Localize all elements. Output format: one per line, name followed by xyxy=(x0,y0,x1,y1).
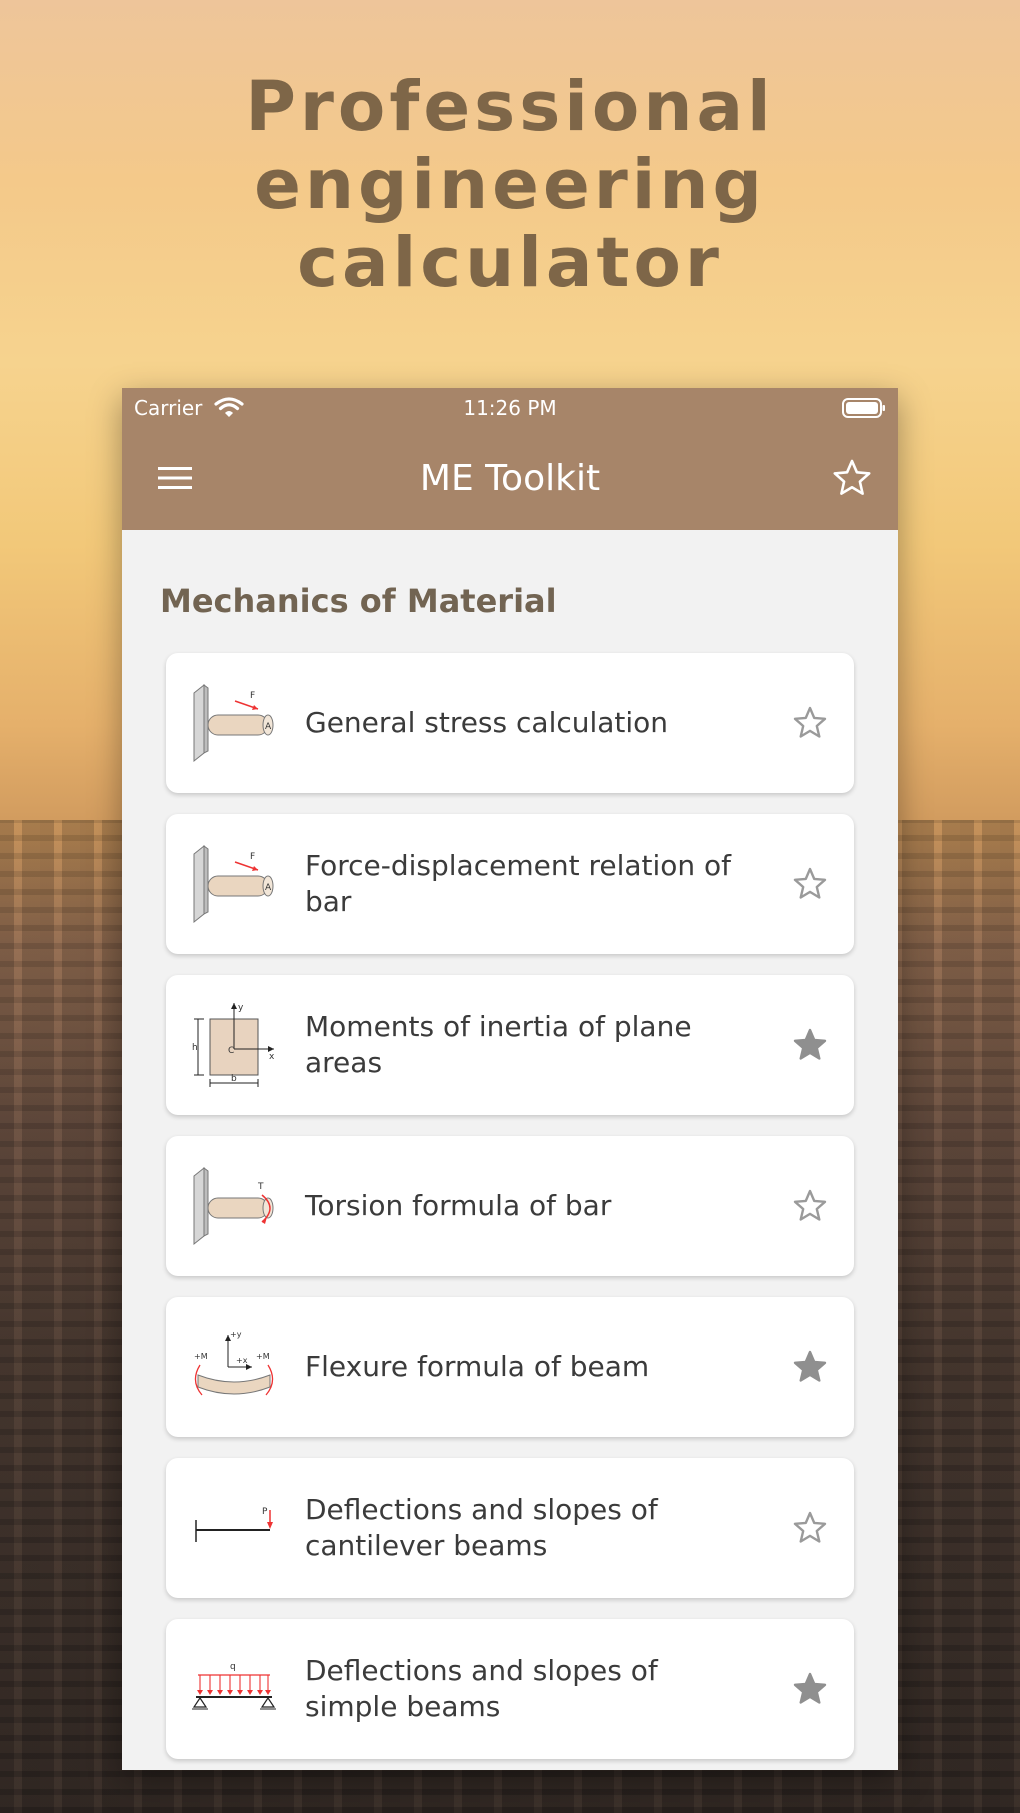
list-item-simple-beam-deflections[interactable]: q Deflections and slopes of simple beams xyxy=(166,1619,854,1759)
list-item-cantilever-deflections[interactable]: P Deflections and slopes of cantilever b… xyxy=(166,1458,854,1598)
rectangle-cross-section-icon: y x C h b xyxy=(192,1003,275,1087)
plus-y-label: +y xyxy=(230,1330,242,1339)
item-label: Force-displacement relation of bar xyxy=(305,849,732,918)
base-label: b xyxy=(231,1074,237,1084)
y-axis-label: y xyxy=(238,1003,244,1013)
section-title: Mechanics of Material xyxy=(160,582,557,620)
headline-line-2: engineering xyxy=(254,145,766,225)
battery-icon xyxy=(842,398,885,418)
star-filled-icon[interactable] xyxy=(792,1671,828,1707)
calculator-list: F A General stress calculation F A Force… xyxy=(166,653,854,1770)
cantilever-beam-load-icon: P xyxy=(195,1507,273,1542)
point-load-label: P xyxy=(262,1507,268,1517)
star-outline-icon[interactable] xyxy=(792,705,828,741)
list-item-force-displacement[interactable]: F A Force-displacement relation of bar xyxy=(166,814,854,954)
item-label: Deflections and slopes of simple beams xyxy=(305,1654,658,1723)
item-label: Flexure formula of beam xyxy=(305,1350,650,1383)
favorites-star-icon[interactable] xyxy=(832,458,872,498)
nav-bar: ME Toolkit xyxy=(122,428,898,530)
centroid-label: C xyxy=(228,1046,234,1056)
list-item-moments-of-inertia[interactable]: y x C h b Moments of inertia of plane ar… xyxy=(166,975,854,1115)
star-outline-icon[interactable] xyxy=(792,1188,828,1224)
item-label: Moments of inertia of plane areas xyxy=(305,1010,692,1079)
status-time: 11:26 PM xyxy=(463,396,557,420)
area-label: A xyxy=(265,883,272,893)
cantilever-bar-force-icon: F A xyxy=(193,844,274,924)
height-label: h xyxy=(192,1043,198,1053)
dist-load-label: q xyxy=(230,1662,236,1672)
item-label: General stress calculation xyxy=(305,706,669,739)
area-label: A xyxy=(265,722,272,732)
phone-screen: Carrier 11:26 PM ME Toolkit Mechanics of… xyxy=(122,388,898,1770)
list-item-flexure-formula[interactable]: +y +x +M +M Flexure formula of beam xyxy=(166,1297,854,1437)
star-filled-icon[interactable] xyxy=(792,1349,828,1385)
list-item-torsion-formula[interactable]: T Torsion formula of bar xyxy=(166,1136,854,1276)
star-outline-icon[interactable] xyxy=(792,866,828,902)
status-bar: Carrier 11:26 PM xyxy=(122,388,898,428)
item-label: Torsion formula of bar xyxy=(305,1189,612,1222)
x-axis-label: x xyxy=(269,1052,275,1062)
plus-m-right-label: +M xyxy=(256,1352,270,1361)
headline-line-1: Professional xyxy=(245,67,775,147)
headline-line-3: calculator xyxy=(297,223,723,303)
list-item-general-stress[interactable]: F A General stress calculation xyxy=(166,653,854,793)
torque-label: T xyxy=(257,1182,264,1192)
plus-x-label: +x xyxy=(236,1356,248,1365)
star-outline-icon[interactable] xyxy=(792,1510,828,1546)
force-label: F xyxy=(250,852,255,862)
force-label: F xyxy=(250,691,255,701)
app-title: ME Toolkit xyxy=(419,458,601,499)
star-filled-icon[interactable] xyxy=(792,1027,828,1063)
beam-bending-icon: +y +x +M +M xyxy=(194,1330,274,1396)
item-label: Deflections and slopes of cantilever bea… xyxy=(305,1493,658,1562)
simple-beam-distributed-load-icon: q xyxy=(192,1662,276,1710)
promo-headline: Professional engineering calculator xyxy=(0,68,1020,302)
cantilever-bar-force-icon: F A xyxy=(193,683,274,763)
plus-m-left-label: +M xyxy=(194,1352,208,1361)
cantilever-bar-torque-icon: T xyxy=(193,1166,274,1246)
